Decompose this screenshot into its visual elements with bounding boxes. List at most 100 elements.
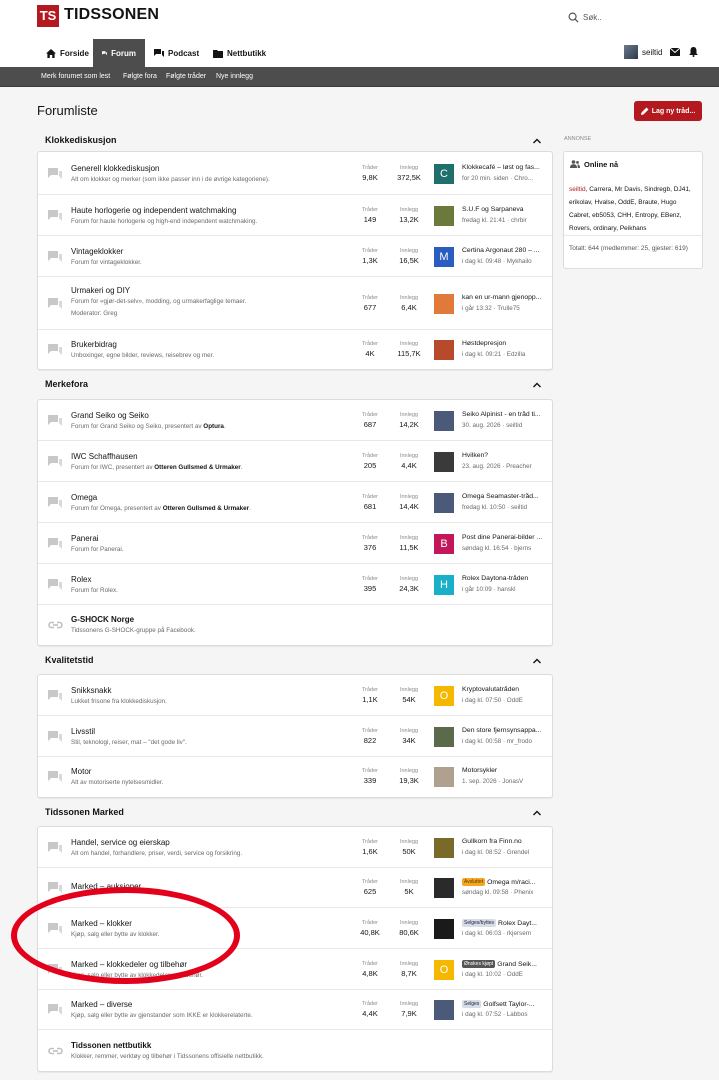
last-poster-avatar[interactable]	[434, 340, 454, 360]
last-poster-avatar[interactable]	[434, 452, 454, 472]
forum-title[interactable]: Haute horlogerie og independent watchmak…	[71, 206, 236, 215]
last-post-meta[interactable]: i dag kl. 07:52 · Labbos	[462, 1011, 527, 1018]
forum-title[interactable]: Marked – diverse	[71, 1000, 132, 1009]
last-post-title[interactable]: Klokkecafé – løst og fas...	[462, 164, 546, 171]
forum-title[interactable]: IWC Schaffhausen	[71, 452, 138, 461]
nav-forside[interactable]: Forside	[37, 39, 98, 67]
last-post-title-text[interactable]: Rolex Dayt...	[498, 920, 537, 927]
last-post-title[interactable]: Motorsykler	[462, 767, 546, 774]
chevron-up-icon[interactable]	[533, 809, 541, 816]
logo[interactable]: TS	[37, 5, 59, 27]
logo-text[interactable]: TIDSSONEN	[64, 6, 159, 24]
last-post-meta[interactable]: 1. sep. 2026 · JonasV	[462, 778, 523, 785]
last-post-meta[interactable]: i går 13:32 · Trulle75	[462, 305, 520, 312]
last-post-title[interactable]: Post dine Panerai-bilder ...	[462, 534, 546, 541]
category-header[interactable]: Tidssonen Marked	[37, 803, 553, 823]
forum-title[interactable]: Panerai	[71, 534, 99, 543]
last-post-title-text[interactable]: Rolex Daytona-tråden	[462, 575, 528, 582]
category-title[interactable]: Klokkediskusjon	[45, 135, 117, 145]
user-menu[interactable]: seiltid	[624, 45, 662, 59]
last-post-title-text[interactable]: Klokkecafé – løst og fas...	[462, 164, 540, 171]
forum-title[interactable]: Marked – klokkedeler og tilbehør	[71, 960, 187, 969]
last-post-title-text[interactable]: Hvilken?	[462, 452, 488, 459]
forum-title[interactable]: Vintageklokker	[71, 247, 123, 256]
chevron-up-icon[interactable]	[533, 137, 541, 144]
last-poster-avatar[interactable]	[434, 767, 454, 787]
last-post-title[interactable]: Høstdepresjon	[462, 340, 546, 347]
last-post-title-text[interactable]: S.U.F og Sarpaneva	[462, 206, 524, 213]
last-poster-avatar[interactable]	[434, 493, 454, 513]
last-poster-avatar[interactable]	[434, 878, 454, 898]
category-title[interactable]: Tidssonen Marked	[45, 807, 124, 817]
nav-podcast[interactable]: Podcast	[145, 39, 208, 67]
last-post-meta[interactable]: søndag kl. 16:54 · bjerns	[462, 545, 531, 552]
sponsor-name[interactable]: Otteren Gullsmed & Urmaker	[163, 505, 249, 512]
category-header[interactable]: Klokkediskusjon	[37, 131, 553, 151]
forum-title[interactable]: Tidssonen nettbutikk	[71, 1041, 151, 1050]
forum-title[interactable]: Livsstil	[71, 727, 95, 736]
forum-title[interactable]: G-SHOCK Norge	[71, 615, 134, 624]
category-title[interactable]: Kvalitetstid	[45, 655, 94, 665]
online-user-self[interactable]: seiltid	[569, 186, 586, 193]
new-thread-button[interactable]: Lag ny tråd...	[634, 101, 702, 121]
last-post-title[interactable]: Omega Seamaster-tråd...	[462, 493, 546, 500]
forum-title[interactable]: Generell klokkediskusjon	[71, 164, 160, 173]
forum-title[interactable]: Marked – auksjoner	[71, 882, 141, 891]
last-post-title-text[interactable]: Høstdepresjon	[462, 340, 506, 347]
online-users-rest[interactable]: , Carrera, Mr Davis, Sindregb, DJ41, eri…	[569, 186, 691, 232]
last-poster-avatar[interactable]	[434, 919, 454, 939]
last-post-title[interactable]: Kryptovalutatråden	[462, 686, 546, 693]
last-post-title-text[interactable]: Seiko Alpinist - en tråd ti...	[462, 411, 541, 418]
last-post-meta[interactable]: i dag kl. 09:21 · Edzilla	[462, 351, 525, 358]
forum-title[interactable]: Motor	[71, 767, 91, 776]
sponsor-name[interactable]: Otteren Gullsmed & Urmaker	[154, 464, 240, 471]
new-posts-link[interactable]: Nye innlegg	[216, 73, 253, 80]
nav-forum[interactable]: Forum	[93, 39, 145, 67]
last-post-title-text[interactable]: Golfsett Taylor-...	[483, 1001, 534, 1008]
forum-title[interactable]: Rolex	[71, 575, 91, 584]
last-poster-avatar[interactable]: H	[434, 575, 454, 595]
last-post-meta[interactable]: søndag kl. 09:58 · Phenix	[462, 889, 533, 896]
nav-nettbutikk[interactable]: Nettbutikk	[204, 39, 275, 67]
last-post-title[interactable]: Selges/byttes Rolex Dayt...	[462, 919, 546, 927]
last-post-title[interactable]: Den store fjernsynsappa...	[462, 727, 546, 734]
last-post-meta[interactable]: 30. aug. 2026 · seiltid	[462, 422, 522, 429]
last-post-title-text[interactable]: Kryptovalutatråden	[462, 686, 519, 693]
last-post-title[interactable]: Rolex Daytona-tråden	[462, 575, 546, 582]
last-post-meta[interactable]: for 20 min. siden · Chro...	[462, 175, 533, 182]
last-post-meta[interactable]: i dag kl. 00:58 · mr_frodo	[462, 738, 532, 745]
mail-icon[interactable]	[670, 48, 680, 56]
mark-read-link[interactable]: Merk forumet som lest	[41, 73, 110, 80]
last-post-title-text[interactable]: Gullkorn fra Finn.no	[462, 838, 522, 845]
last-post-title-text[interactable]: kan en ur-mann gjenopp...	[462, 294, 541, 301]
last-post-title-text[interactable]: Den store fjernsynsappa...	[462, 727, 541, 734]
forum-title[interactable]: Omega	[71, 493, 97, 502]
last-post-meta[interactable]: fredag kl. 10:50 · seiltid	[462, 504, 527, 511]
last-post-meta[interactable]: i dag kl. 06:03 · rkjersem	[462, 930, 531, 937]
last-poster-avatar[interactable]: M	[434, 247, 454, 267]
followed-forums-link[interactable]: Følgte fora	[123, 73, 157, 80]
last-poster-avatar[interactable]	[434, 411, 454, 431]
last-poster-avatar[interactable]: C	[434, 164, 454, 184]
last-post-meta[interactable]: i går 10:09 · hanskl	[462, 586, 516, 593]
last-post-title[interactable]: S.U.F og Sarpaneva	[462, 206, 546, 213]
last-post-title-text[interactable]: Certina Argonaut 280 – ...	[462, 247, 539, 254]
forum-title[interactable]: Brukerbidrag	[71, 340, 117, 349]
category-title[interactable]: Merkefora	[45, 379, 88, 389]
last-post-meta[interactable]: i dag kl. 09:48 · Mykhailo	[462, 258, 532, 265]
category-header[interactable]: Kvalitetstid	[37, 651, 553, 671]
chevron-up-icon[interactable]	[533, 381, 541, 388]
last-post-meta[interactable]: 23. aug. 2026 · Preacher	[462, 463, 532, 470]
forum-title[interactable]: Marked – klokker	[71, 919, 132, 928]
last-post-title-text[interactable]: Post dine Panerai-bilder ...	[462, 534, 542, 541]
search-icon[interactable]	[568, 12, 579, 23]
search-input[interactable]: Søk..	[583, 13, 602, 22]
last-poster-avatar[interactable]: O	[434, 686, 454, 706]
followed-threads-link[interactable]: Følgte tråder	[166, 73, 206, 80]
last-post-meta[interactable]: fredag kl. 21:41 · chrbir	[462, 217, 527, 224]
last-post-meta[interactable]: i dag kl. 08:52 · Grendel	[462, 849, 529, 856]
last-post-title[interactable]: Seiko Alpinist - en tråd ti...	[462, 411, 546, 418]
last-post-title-text[interactable]: Omega m/raci...	[487, 879, 535, 886]
last-post-title[interactable]: Avsluttet Omega m/raci...	[462, 878, 546, 886]
last-post-title[interactable]: Gullkorn fra Finn.no	[462, 838, 546, 845]
